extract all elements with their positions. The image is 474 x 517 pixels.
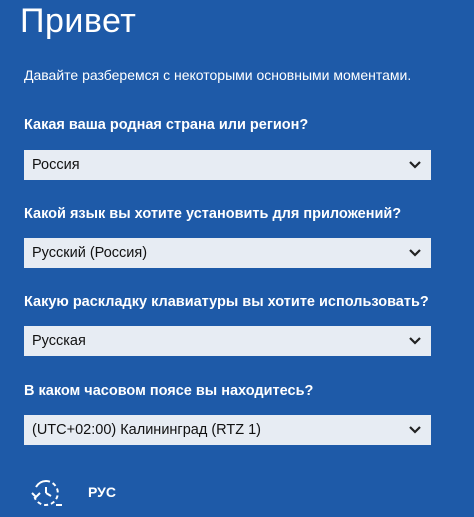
keyboard-layout-select[interactable]: Русская (24, 326, 431, 356)
country-select[interactable]: Россия (24, 150, 431, 180)
page-title: Привет (20, 2, 137, 40)
app-language-select[interactable]: Русский (Россия) (24, 238, 431, 268)
timezone-question-label: В каком часовом поясе вы находитесь? (24, 383, 314, 399)
timezone-select-value: (UTC+02:00) Калининград (RTZ 1) (32, 422, 262, 438)
page-subtitle: Давайте разберемся с некоторыми основным… (24, 67, 412, 83)
chevron-down-icon (409, 337, 421, 345)
keyboard-layout-select-value: Русская (32, 333, 86, 349)
chevron-down-icon (409, 426, 421, 434)
ease-of-access-icon[interactable] (28, 475, 64, 511)
bottom-bar: РУС (0, 470, 474, 517)
input-language-indicator[interactable]: РУС (88, 484, 116, 500)
app-language-question-label: Какой язык вы хотите установить для прил… (24, 206, 402, 222)
country-question-label: Какая ваша родная страна или регион? (24, 117, 309, 133)
timezone-select[interactable]: (UTC+02:00) Калининград (RTZ 1) (24, 415, 431, 445)
app-language-select-value: Русский (Россия) (32, 245, 148, 261)
keyboard-question-label: Какую раскладку клавиатуры вы хотите исп… (24, 294, 429, 310)
chevron-down-icon (409, 249, 421, 257)
chevron-down-icon (409, 161, 421, 169)
country-select-value: Россия (32, 157, 80, 173)
